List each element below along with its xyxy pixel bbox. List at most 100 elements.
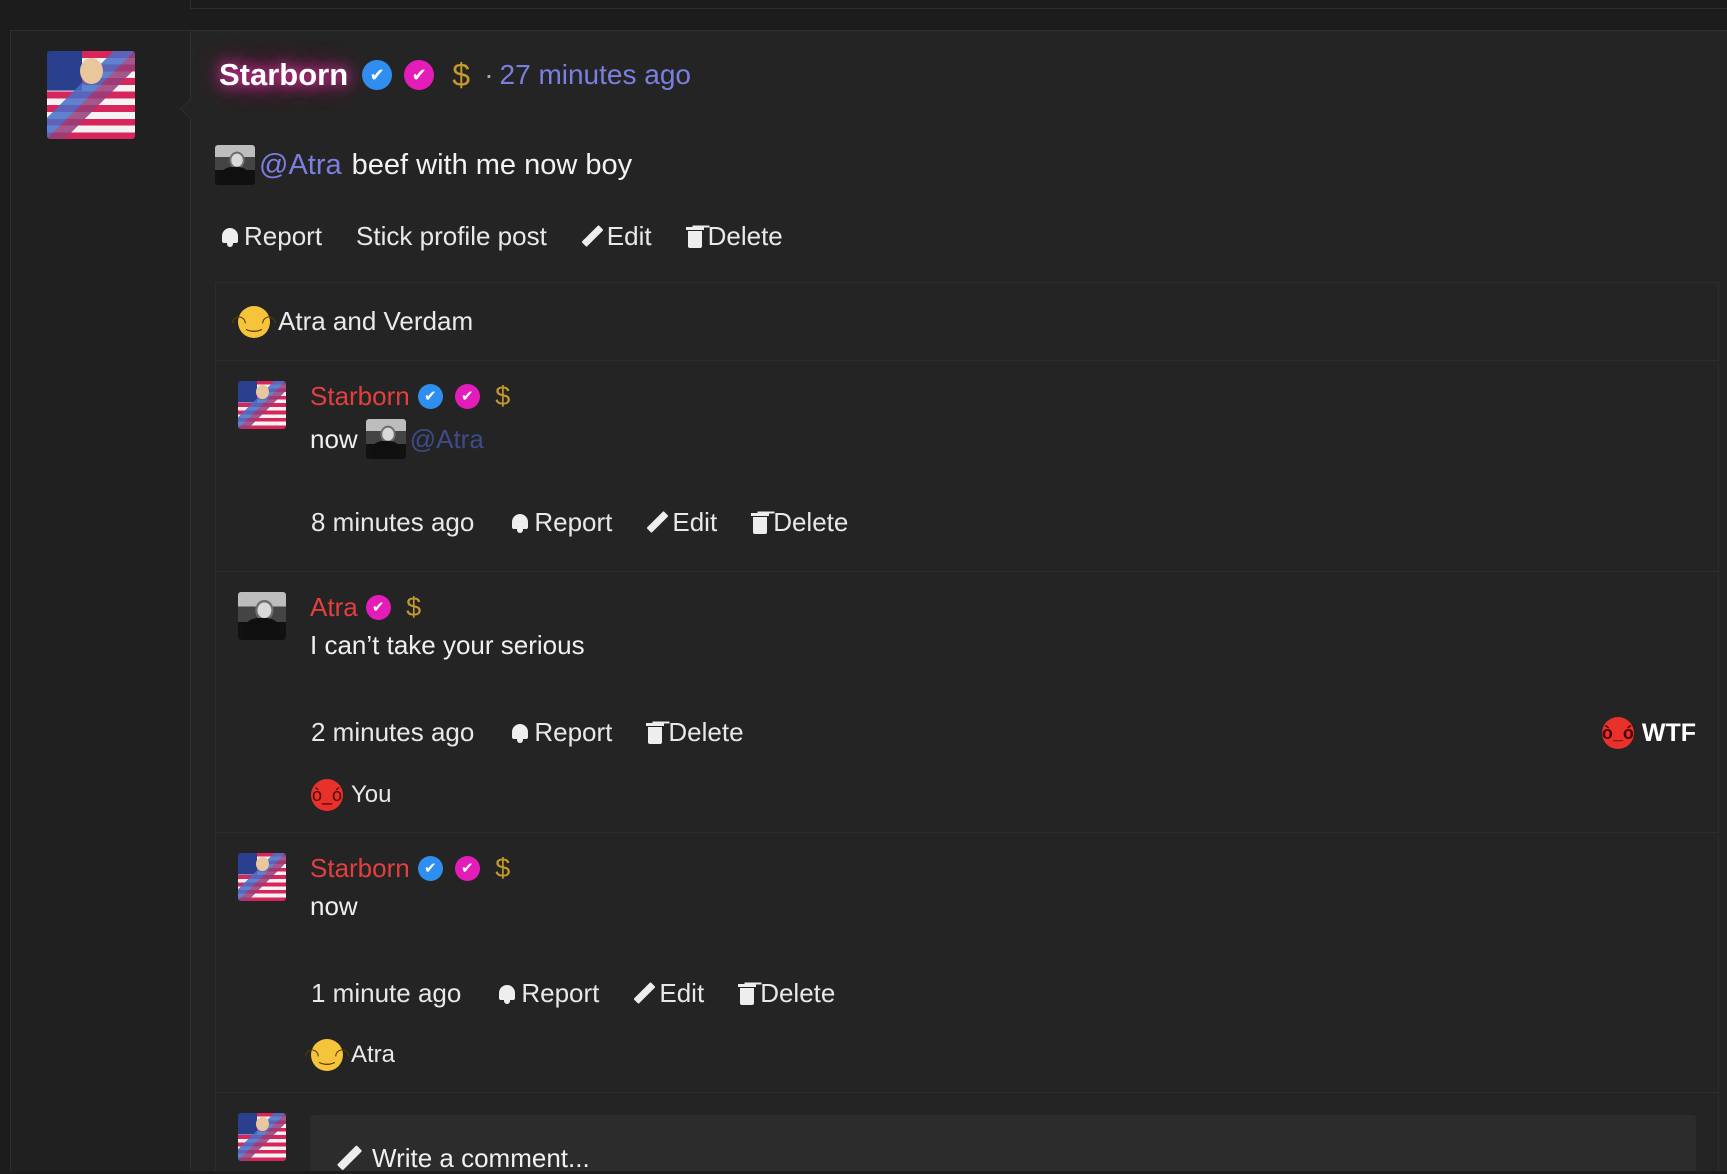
time-separator: · — [484, 59, 494, 90]
post-time-text: 27 minutes ago — [499, 59, 691, 90]
reacted-by: Atra — [351, 1041, 396, 1068]
comments-section: Starborn ✔ ✔ $ now @Atra 8 minutes ago R… — [215, 360, 1719, 1174]
delete-button[interactable]: Delete — [738, 978, 835, 1009]
comment-reactions[interactable]: ◠‿◠ Atra — [304, 1039, 396, 1071]
laugh-cry-emoji-icon: ◠‿◠ — [304, 1039, 350, 1071]
current-user-avatar — [238, 1113, 286, 1161]
delete-button[interactable]: Delete — [751, 507, 848, 538]
report-button[interactable]: Report — [220, 221, 322, 252]
post-text: beef with me now boy — [351, 148, 633, 181]
comment: Starborn ✔ ✔ $ now @Atra 8 minutes ago R… — [216, 360, 1718, 571]
comment-header: Starborn ✔ ✔ $ — [310, 381, 526, 412]
edit-button[interactable]: Edit — [581, 221, 652, 252]
post-timestamp[interactable]: · 27 minutes ago — [484, 59, 691, 91]
comment-header: Starborn ✔ ✔ $ — [310, 853, 526, 884]
dollar-badge-icon: $ — [406, 592, 422, 622]
report-button[interactable]: Report — [510, 507, 612, 538]
bell-icon — [497, 983, 517, 1005]
comment-placeholder: Write a comment... — [338, 1143, 590, 1174]
report-label: Report — [534, 717, 613, 747]
comment-author-name[interactable]: Starborn — [310, 853, 410, 884]
stick-label: Stick profile post — [356, 221, 547, 251]
post-actions: Report Stick profile post Edit Delete — [220, 221, 817, 252]
reactions-summary[interactable]: ◠‿◠ Atra and Verdam — [215, 282, 1719, 360]
comment-actions: 8 minutes ago Report Edit Delete — [311, 507, 882, 538]
post-body: @Atra beef with me now boy — [215, 145, 632, 185]
verified-badge-icon: ✔ — [417, 384, 443, 409]
report-button[interactable]: Report — [510, 717, 612, 748]
comment-text: now — [310, 891, 358, 922]
delete-button[interactable]: Delete — [646, 717, 744, 748]
post-author-avatar[interactable] — [47, 51, 135, 139]
comment-timestamp[interactable]: 8 minutes ago — [311, 507, 474, 538]
page: Starborn ✔ ✔ $ · 27 minutes ago @Atra bee… — [0, 0, 1727, 1174]
mention-avatar — [215, 145, 255, 185]
comment-actions: 2 minutes ago Report Delete — [311, 717, 778, 748]
angry-emoji-icon: ò_ó — [311, 779, 343, 811]
bell-icon — [220, 226, 240, 248]
mention-link[interactable]: @Atra — [259, 149, 342, 182]
report-label: Report — [521, 978, 600, 1008]
delete-label: Delete — [707, 221, 783, 251]
comment-timestamp[interactable]: 2 minutes ago — [311, 717, 474, 748]
delete-button[interactable]: Delete — [685, 221, 783, 252]
comment: Starborn ✔ ✔ $ now 1 minute ago Report E… — [216, 832, 1718, 1092]
delete-label: Delete — [668, 717, 744, 747]
pencil-icon — [646, 512, 668, 534]
trash-icon — [751, 512, 770, 534]
placeholder-text: Write a comment... — [372, 1143, 590, 1173]
comment-author-avatar[interactable] — [238, 853, 286, 901]
comment-body: now — [310, 891, 358, 921]
pink-check-badge-icon: ✔ — [454, 856, 480, 881]
top-divider — [190, 0, 1727, 9]
post-gutter — [11, 31, 191, 1171]
mention-link[interactable]: @Atra — [410, 424, 484, 455]
reactions-summary-text: Atra and Verdam — [278, 306, 474, 336]
laugh-cry-emoji-icon: ◠‿◠ — [231, 305, 277, 338]
comment-input[interactable]: Write a comment... — [310, 1115, 1696, 1174]
edit-button[interactable]: Edit — [646, 507, 717, 538]
comment-author-avatar[interactable] — [238, 592, 286, 640]
comment-author-name[interactable]: Atra — [310, 592, 358, 623]
comment-composer: Write a comment... — [216, 1092, 1718, 1174]
bell-icon — [510, 512, 530, 534]
report-label: Report — [244, 221, 323, 251]
reacted-by: You — [351, 781, 392, 808]
edit-label: Edit — [659, 978, 705, 1008]
delete-label: Delete — [760, 978, 836, 1008]
trash-icon — [646, 722, 665, 744]
comment-actions: 1 minute ago Report Edit Delete — [311, 978, 869, 1009]
post-author-name[interactable]: Starborn — [184, 33, 383, 117]
pencil-icon — [336, 1146, 361, 1171]
comment-text: now @Atra — [310, 419, 484, 459]
comment: Atra ✔ $ I can’t take your serious 2 min… — [216, 571, 1718, 832]
pencil-icon — [581, 226, 603, 248]
trash-icon — [738, 983, 757, 1005]
reaction-button[interactable]: ò_ó WTF — [1601, 717, 1696, 749]
delete-label: Delete — [773, 507, 849, 537]
stick-profile-post-button[interactable]: Stick profile post — [356, 221, 547, 252]
trash-icon — [685, 226, 704, 248]
verified-badge-icon: ✔ — [417, 856, 443, 881]
edit-button[interactable]: Edit — [633, 978, 704, 1009]
report-label: Report — [534, 507, 613, 537]
mention-avatar — [365, 419, 406, 459]
dollar-badge-icon: $ — [495, 853, 511, 883]
verified-badge-icon: ✔ — [362, 60, 393, 90]
comment-body: now — [310, 423, 358, 454]
comment-timestamp[interactable]: 1 minute ago — [311, 978, 461, 1009]
comment-author-avatar[interactable] — [238, 381, 286, 429]
dollar-badge-icon: $ — [495, 381, 511, 411]
edit-label: Edit — [606, 221, 652, 251]
comment-author-name[interactable]: Starborn — [310, 381, 410, 412]
reaction-label: WTF — [1641, 718, 1696, 747]
pink-check-badge-icon: ✔ — [404, 60, 435, 90]
pink-check-badge-icon: ✔ — [365, 595, 391, 620]
comment-text: I can’t take your serious — [310, 630, 585, 661]
comment-body: I can’t take your serious — [310, 630, 585, 660]
bell-icon — [510, 722, 530, 744]
dollar-badge-icon: $ — [452, 57, 471, 93]
comment-header: Atra ✔ $ — [310, 592, 437, 623]
report-button[interactable]: Report — [497, 978, 599, 1009]
comment-reactions[interactable]: ò_ó You — [311, 779, 392, 811]
